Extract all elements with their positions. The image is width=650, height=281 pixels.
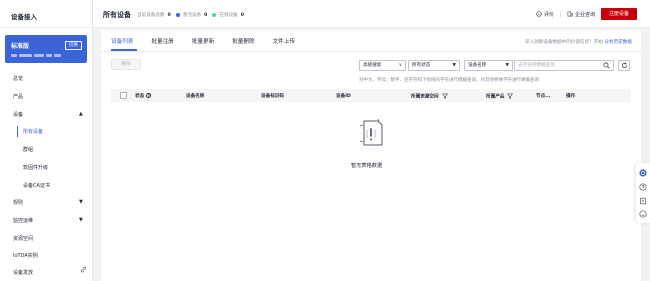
analytics-link[interactable]: 分析历史数据: [604, 40, 632, 45]
sidebar-title: 设备接入: [11, 13, 37, 21]
tab-device-list[interactable]: 设备列表: [111, 37, 133, 45]
tab-batch-register[interactable]: 批量注册: [151, 37, 173, 45]
col-status: 状态?: [135, 93, 152, 99]
active-indicator: [17, 126, 18, 137]
register-device-button[interactable]: 注册设备: [600, 8, 637, 20]
empty-doc-icon: [359, 118, 383, 146]
stat-online-value: 0: [240, 12, 244, 18]
sidebar-item-iotda-instance[interactable]: IoTDA实例: [13, 252, 38, 259]
caret-down-icon: ▼: [452, 63, 456, 68]
emoji-icon[interactable]: [639, 210, 647, 218]
stat-active-value: 0: [204, 12, 208, 18]
question-icon[interactable]: [639, 183, 647, 191]
stat-online-label: 在线设备: [219, 13, 238, 18]
tab-batch-update[interactable]: 批量更新: [192, 37, 214, 45]
tab-bar: 设备列表 批量注册 批量更新 批量删除 文件上传: [111, 37, 295, 45]
building-icon: [567, 11, 573, 17]
sidebar-item-firmware-upgrade[interactable]: 软固件升级: [23, 164, 48, 171]
stat-total-label: 当前设备总数: [137, 13, 165, 18]
col-node-type: 节点...: [536, 94, 551, 99]
page-header: 所有设备 当前设备总数 0 激活设备 0 在线设备 0 评价 企业咨询 注册设备: [93, 0, 650, 28]
rating-label: 评价: [543, 11, 554, 18]
sidebar-divider: [0, 27, 93, 28]
consult-link[interactable]: 企业咨询: [567, 11, 595, 18]
sidebar-item-provisioning[interactable]: 设备发放: [13, 269, 33, 276]
col-product: 所属产品: [486, 93, 514, 100]
chevron-up-icon[interactable]: ▲: [79, 111, 83, 117]
col-resource-space-label: 所属资源空间: [411, 94, 439, 100]
filter-icon[interactable]: [441, 93, 448, 99]
smile-icon: [536, 11, 542, 17]
edition-instance-bar: [11, 54, 61, 57]
chat-icon[interactable]: [639, 169, 647, 177]
active-dot-icon: [175, 13, 180, 17]
sidebar-item-devices[interactable]: 设备: [13, 111, 23, 118]
col-node-id: 设备标识码: [261, 94, 284, 99]
header-separator: [559, 10, 561, 18]
sidebar-item-groups[interactable]: 群组: [23, 146, 33, 153]
floating-toolbar: [636, 163, 650, 223]
help-icon[interactable]: ?: [146, 93, 152, 98]
rating-link[interactable]: 评价: [536, 11, 554, 18]
stat-active-label: 激活设备: [182, 13, 202, 18]
empty-state-text: 暂无表格数据: [351, 163, 383, 169]
search-input[interactable]: 支持名称模糊查询: [514, 60, 614, 71]
stat-total-value: 0: [167, 12, 171, 18]
search-icon[interactable]: [603, 62, 610, 69]
page-title: 所有设备: [103, 11, 131, 19]
table-header: 状态? 设备名称 设备标识码 设备ID 所属资源空间 所属产品 节点... 操作: [111, 89, 631, 102]
header-actions: 评价 企业咨询 注册设备: [536, 8, 637, 20]
chevron-down-icon[interactable]: ▼: [79, 217, 83, 223]
col-status-label: 状态: [135, 94, 145, 99]
field-select[interactable]: 设备名称 ▼: [464, 60, 513, 71]
search-placeholder: 支持名称模糊查询: [518, 63, 555, 68]
consult-label: 企业咨询: [574, 11, 595, 18]
refresh-button[interactable]: [618, 60, 630, 71]
link-icon[interactable]: [80, 266, 87, 273]
search-hint: 对中文、字母、数字、连字符和下划线的字符进行模糊查询，对其他特殊字符进行精确查询: [359, 78, 539, 83]
advanced-search-label: 高级搜索: [363, 63, 382, 68]
edition-name: 标准版: [11, 43, 30, 50]
col-actions: 操作: [566, 94, 576, 99]
status-select-value: 所有状态: [412, 63, 431, 68]
sidebar-item-all-devices[interactable]: 所有设备: [23, 128, 43, 135]
select-all-checkbox[interactable]: [120, 92, 127, 99]
edit-icon[interactable]: [639, 197, 647, 205]
tabs-divider: [101, 50, 641, 52]
col-product-label: 所属产品: [486, 94, 505, 100]
tab-batch-delete[interactable]: 批量删除: [232, 37, 254, 45]
device-list-card: 设备列表 批量注册 批量更新 批量删除 文件上传 深入洞察设备数据中的价值信息？…: [101, 30, 641, 281]
sidebar-item-monitoring[interactable]: 监控运维: [13, 217, 33, 224]
chevron-down-icon[interactable]: ▼: [79, 199, 83, 205]
refresh-icon: [622, 62, 627, 68]
field-select-value: 设备名称: [468, 63, 487, 68]
col-device-name: 设备名称: [186, 94, 205, 99]
analytics-hint: 深入洞察设备数据中的价值信息？开始 分析历史数据: [525, 39, 632, 45]
tab-file-upload[interactable]: 文件上传: [273, 37, 295, 45]
sidebar: 设备接入 标准版 切换 总览 产品 设备 ▲ 所有设备 群组 软固件升级 设备C…: [0, 0, 93, 281]
advanced-search-select[interactable]: 高级搜索 ∨: [359, 60, 406, 71]
chevron-down-icon: ∨: [398, 63, 402, 68]
edition-switch-button[interactable]: 切换: [64, 41, 82, 50]
delete-button[interactable]: 删除: [111, 59, 141, 70]
status-select[interactable]: 所有状态 ▼: [408, 60, 460, 71]
sidebar-item-products[interactable]: 产品: [13, 93, 23, 100]
col-device-id: 设备ID: [336, 94, 351, 99]
caret-down-icon: ▼: [505, 63, 509, 68]
col-resource-space: 所属资源空间: [411, 93, 448, 100]
sidebar-item-overview[interactable]: 总览: [13, 75, 23, 82]
filter-icon[interactable]: [507, 93, 514, 99]
edition-card: 标准版 切换: [5, 35, 87, 63]
sidebar-item-ca-certificate[interactable]: 设备CA证书: [23, 182, 50, 189]
analytics-hint-text: 深入洞察设备数据中的价值信息？开始: [524, 40, 603, 45]
device-stats: 当前设备总数 0 激活设备 0 在线设备 0: [137, 12, 246, 19]
sidebar-item-resource-space[interactable]: 资源空间: [13, 235, 33, 242]
online-dot-icon: [212, 13, 217, 17]
sidebar-item-rules[interactable]: 规则: [13, 199, 23, 206]
